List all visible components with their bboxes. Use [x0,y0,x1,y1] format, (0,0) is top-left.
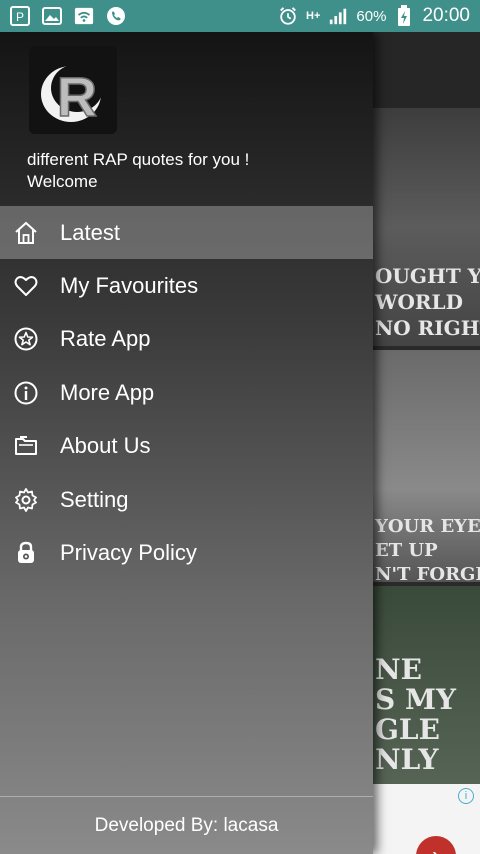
status-bar: P H+ 60% 20:00 [0,0,480,32]
ad-banner[interactable]: i › [373,784,480,854]
heart-icon [12,272,40,300]
ad-next-button[interactable]: › [416,836,456,854]
battery-charging-icon [394,5,414,26]
home-icon [12,219,40,247]
quote-card-3-line3: GLE [375,713,440,746]
info-icon [12,379,40,407]
quote-card-1-line2: WORLD [375,290,463,314]
drawer-footer: Developed By: lacasa [0,796,373,854]
menu-item-setting[interactable]: Setting [0,473,373,526]
menu-label-rate-app: Rate App [60,326,151,352]
quote-card-2-line1: YOUR EYES, [375,516,480,537]
alarm-icon [278,6,298,26]
menu-label-privacy-policy: Privacy Policy [60,540,197,566]
screen: P H+ 60% 20:00 OUGHT Y WORLD NO RIGH YOU… [0,0,480,854]
quote-card-3[interactable]: NE S MY GLE NLY [373,586,480,784]
drawer-menu: Latest My Favourites Rate App More App A… [0,206,373,580]
menu-label-favourites: My Favourites [60,273,199,299]
svg-text:P: P [16,10,24,24]
menu-label-about-us: About Us [60,433,151,459]
network-type-label: H+ [306,9,321,22]
phone-icon [106,6,126,26]
gear-icon [12,486,40,514]
menu-item-rate-app[interactable]: Rate App [0,313,373,366]
quote-card-2[interactable]: YOUR EYES, ET UP N'T FORGET [373,350,480,582]
menu-item-about-us[interactable]: About Us [0,420,373,473]
menu-item-privacy-policy[interactable]: Privacy Policy [0,526,373,579]
header-welcome: Welcome [27,172,98,191]
menu-label-setting: Setting [60,486,129,512]
signal-icon [328,6,348,26]
quote-card-1[interactable]: OUGHT YOU WORLD NO RIGHT [373,108,480,346]
star-icon [12,325,40,353]
wifi-icon [74,6,94,26]
menu-item-latest[interactable]: Latest [0,206,373,260]
quote-card-1-line3: NO RIGHT [375,316,480,340]
ad-info-icon[interactable]: i [458,788,474,804]
quote-card-3-line2: S MY [375,683,456,716]
header-tagline: different RAP quotes for you ! [27,150,250,169]
p-app-notification-icon: P [10,6,30,26]
quote-card-3-line1: NE [375,653,422,686]
menu-label-latest: Latest [60,219,120,245]
navigation-drawer: R different RAP quotes for you ! Welcome… [0,32,373,854]
developer-credit: Developed By: lacasa [94,814,279,836]
battery-percent: 60% [356,7,387,25]
quote-card-2-line2: ET UP [375,540,438,561]
folder-icon [12,432,40,460]
quote-card-2-line3: N'T FORGET [375,564,480,583]
app-logo: R [29,46,117,134]
svg-text:R: R [57,65,97,128]
quote-card-1-line1: OUGHT YOU [375,264,480,288]
clock-time: 20:00 [422,5,470,26]
quote-card-3-line4: NLY [375,743,439,776]
lock-icon [12,539,40,567]
menu-item-more-app[interactable]: More App [0,366,373,419]
menu-label-more-app: More App [60,379,155,405]
drawer-header: R different RAP quotes for you ! Welcome [0,32,373,206]
gallery-icon [42,6,62,26]
menu-item-favourites[interactable]: My Favourites [0,259,373,312]
